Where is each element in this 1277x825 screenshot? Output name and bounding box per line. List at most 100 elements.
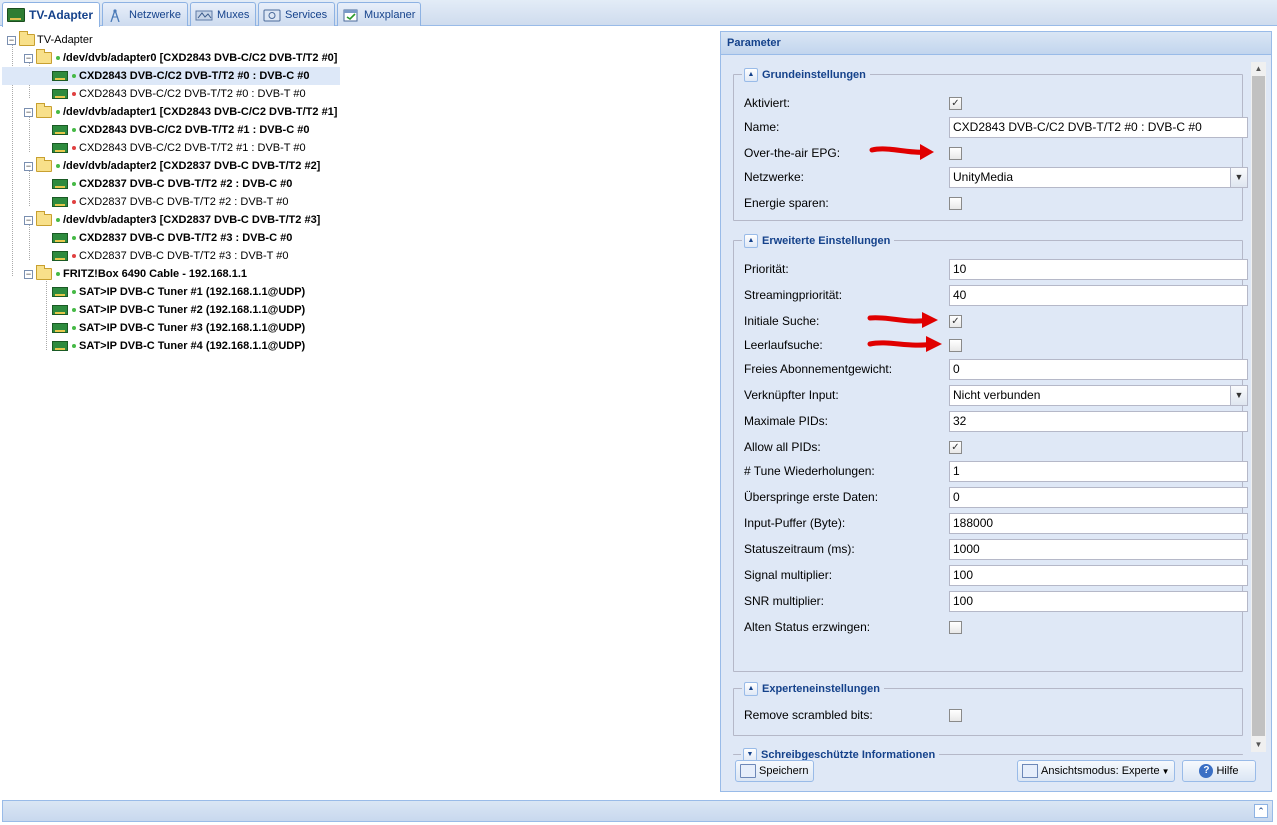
collapse-icon[interactable]: − bbox=[24, 54, 33, 63]
tree-node-adapter2[interactable]: − /dev/dvb/adapter2 [CXD2837 DVB-C DVB-T… bbox=[0, 157, 340, 175]
fieldset-legend[interactable]: ▲ Experteneinstellungen bbox=[742, 681, 884, 697]
field-label: Priorität: bbox=[744, 262, 789, 276]
chevron-down-icon[interactable]: ▼ bbox=[1230, 386, 1247, 405]
tree-node-label: TV-Adapter bbox=[37, 34, 93, 46]
networks-select[interactable]: UnityMedia ▼ bbox=[949, 167, 1248, 188]
tab-netzwerke[interactable]: Netzwerke bbox=[102, 2, 188, 26]
force-old-status-checkbox[interactable] bbox=[949, 621, 962, 634]
legend-label: Erweiterte Einstellungen bbox=[762, 235, 891, 247]
field-label: Streamingpriorität: bbox=[744, 288, 843, 302]
priority-input[interactable]: 10 bbox=[949, 259, 1248, 280]
expand-up-icon[interactable]: ⌃ bbox=[1254, 804, 1268, 818]
tree-node-adapter0[interactable]: − /dev/dvb/adapter0 [CXD2843 DVB-C/C2 DV… bbox=[0, 49, 340, 67]
calendar-check-icon bbox=[342, 8, 360, 22]
scrollbar-thumb[interactable] bbox=[1252, 76, 1265, 736]
panel-title: Parameter bbox=[721, 32, 1271, 55]
tab-muxes[interactable]: Muxes bbox=[190, 2, 256, 26]
collapse-up-icon[interactable]: ▲ bbox=[744, 682, 758, 696]
input-buffer-input[interactable]: 188000 bbox=[949, 513, 1248, 534]
status-ok-icon bbox=[56, 164, 60, 168]
collapse-up-icon[interactable]: ▲ bbox=[744, 68, 758, 82]
tree-node-a3-dvbt[interactable]: CXD2837 DVB-C DVB-T/T2 #3 : DVB-T #0 bbox=[2, 247, 340, 265]
annotation-arrow bbox=[869, 144, 934, 160]
field-label: Initiale Suche: bbox=[744, 314, 820, 328]
tree-node-label: SAT>IP DVB-C Tuner #1 (192.168.1.1@UDP) bbox=[79, 286, 306, 298]
field-label: Statuszeitraum (ms): bbox=[744, 542, 855, 556]
tab-label: Services bbox=[285, 8, 328, 21]
tree-node-a0-dvbc[interactable]: CXD2843 DVB-C/C2 DVB-T/T2 #0 : DVB-C #0 bbox=[2, 67, 340, 85]
tab-muxplaner[interactable]: Muxplaner bbox=[337, 2, 421, 26]
field-label: Input-Puffer (Byte): bbox=[744, 516, 846, 530]
tune-repeats-input[interactable]: 1 bbox=[949, 461, 1248, 482]
antenna-icon bbox=[107, 8, 125, 22]
save-button[interactable]: Speichern bbox=[735, 760, 814, 782]
tree-node-a2-dvbt[interactable]: CXD2837 DVB-C DVB-T/T2 #2 : DVB-T #0 bbox=[2, 193, 340, 211]
tab-services[interactable]: Services bbox=[258, 2, 335, 26]
fieldset-legend[interactable]: ▲ Erweiterte Einstellungen bbox=[742, 233, 895, 249]
tree-node-a3-dvbc[interactable]: CXD2837 DVB-C DVB-T/T2 #3 : DVB-C #0 bbox=[2, 229, 340, 247]
tree-node-label: CXD2837 DVB-C DVB-T/T2 #3 : DVB-T #0 bbox=[79, 250, 289, 262]
enabled-checkbox[interactable]: ✓ bbox=[949, 97, 962, 110]
tree-node-adapter3[interactable]: − /dev/dvb/adapter3 [CXD2837 DVB-C DVB-T… bbox=[0, 211, 340, 229]
tree-node-adapter1[interactable]: − /dev/dvb/adapter1 [CXD2843 DVB-C/C2 DV… bbox=[0, 103, 340, 121]
tab-tv-adapter[interactable]: TV-Adapter bbox=[2, 2, 100, 27]
help-button[interactable]: ? Hilfe bbox=[1182, 760, 1256, 782]
field-label: Name: bbox=[744, 120, 780, 134]
scroll-down-icon[interactable]: ▼ bbox=[1251, 738, 1266, 752]
status-period-input[interactable]: 1000 bbox=[949, 539, 1248, 560]
tree-node-satip-2[interactable]: SAT>IP DVB-C Tuner #2 (192.168.1.1@UDP) bbox=[2, 301, 340, 319]
button-label: Hilfe bbox=[1216, 765, 1239, 777]
tv-card-icon bbox=[52, 89, 68, 99]
subscription-weight-input[interactable]: 0 bbox=[949, 359, 1248, 380]
max-pids-input[interactable]: 32 bbox=[949, 411, 1248, 432]
collapse-icon[interactable]: − bbox=[24, 270, 33, 279]
fieldset-legend[interactable]: ▲ Grundeinstellungen bbox=[742, 67, 870, 83]
tree-node-label: /dev/dvb/adapter3 [CXD2837 DVB-C DVB-T/T… bbox=[63, 214, 321, 226]
tree-node-a1-dvbt[interactable]: CXD2843 DVB-C/C2 DVB-T/T2 #1 : DVB-T #0 bbox=[2, 139, 340, 157]
collapse-icon[interactable]: − bbox=[24, 162, 33, 171]
collapse-icon[interactable]: − bbox=[24, 216, 33, 225]
status-ok-icon bbox=[72, 236, 76, 240]
linked-input-select[interactable]: Nicht verbunden ▼ bbox=[949, 385, 1248, 406]
snr-multiplier-input[interactable]: 100 bbox=[949, 591, 1248, 612]
skip-initial-bytes-input[interactable]: 0 bbox=[949, 487, 1248, 508]
status-ok-icon bbox=[72, 74, 76, 78]
tv-card-icon bbox=[52, 287, 68, 297]
tree-node-a1-dvbc[interactable]: CXD2843 DVB-C/C2 DVB-T/T2 #1 : DVB-C #0 bbox=[2, 121, 340, 139]
annotation-arrow bbox=[867, 336, 942, 352]
field-label: SNR multiplier: bbox=[744, 594, 825, 608]
collapse-up-icon[interactable]: ▲ bbox=[744, 234, 758, 248]
tree-node-satip-3[interactable]: SAT>IP DVB-C Tuner #3 (192.168.1.1@UDP) bbox=[2, 319, 340, 337]
fieldset-readonly: ▼ Schreibgeschützte Informationen bbox=[733, 747, 1243, 763]
tv-card-icon bbox=[7, 8, 25, 22]
field-label: Signal multiplier: bbox=[744, 568, 833, 582]
field-label: Aktiviert: bbox=[744, 96, 791, 110]
dropdown-arrow-icon: ▼ bbox=[1161, 766, 1170, 776]
tree-node-root[interactable]: − TV-Adapter bbox=[0, 31, 340, 49]
parameter-panel: Parameter ▲ Grundeinstellungen Aktiviert… bbox=[720, 31, 1272, 792]
tree-node-a0-dvbt[interactable]: CXD2843 DVB-C/C2 DVB-T/T2 #0 : DVB-T #0 bbox=[2, 85, 340, 103]
power-save-checkbox[interactable] bbox=[949, 197, 962, 210]
chevron-down-icon[interactable]: ▼ bbox=[1230, 168, 1247, 187]
collapse-icon[interactable]: − bbox=[24, 108, 33, 117]
initial-scan-checkbox[interactable]: ✓ bbox=[949, 315, 962, 328]
tree-node-a2-dvbc[interactable]: CXD2837 DVB-C DVB-T/T2 #2 : DVB-C #0 bbox=[2, 175, 340, 193]
epg-checkbox[interactable] bbox=[949, 147, 962, 160]
stream-priority-input[interactable]: 40 bbox=[949, 285, 1248, 306]
signal-multiplier-input[interactable]: 100 bbox=[949, 565, 1248, 586]
tree-node-satip-4[interactable]: SAT>IP DVB-C Tuner #4 (192.168.1.1@UDP) bbox=[2, 337, 340, 355]
idle-scan-checkbox[interactable] bbox=[949, 339, 962, 352]
remove-scrambled-checkbox[interactable] bbox=[949, 709, 962, 722]
tab-label: TV-Adapter bbox=[29, 8, 94, 22]
allow-all-pids-checkbox[interactable]: ✓ bbox=[949, 441, 962, 454]
scroll-up-icon[interactable]: ▲ bbox=[1251, 62, 1266, 76]
name-input[interactable]: CXD2843 DVB-C/C2 DVB-T/T2 #0 : DVB-C #0 bbox=[949, 117, 1248, 138]
tree-node-fritzbox[interactable]: − FRITZ!Box 6490 Cable - 192.168.1.1 bbox=[0, 265, 340, 283]
tree-node-satip-1[interactable]: SAT>IP DVB-C Tuner #1 (192.168.1.1@UDP) bbox=[2, 283, 340, 301]
view-mode-button[interactable]: Ansichtsmodus: Experte ▼ bbox=[1017, 760, 1175, 782]
collapse-icon[interactable]: − bbox=[7, 36, 16, 45]
field-label: Remove scrambled bits: bbox=[744, 708, 873, 722]
vertical-scrollbar[interactable]: ▲ ▼ bbox=[1251, 62, 1266, 752]
mux-icon bbox=[195, 8, 213, 22]
status-ok-icon bbox=[56, 272, 60, 276]
